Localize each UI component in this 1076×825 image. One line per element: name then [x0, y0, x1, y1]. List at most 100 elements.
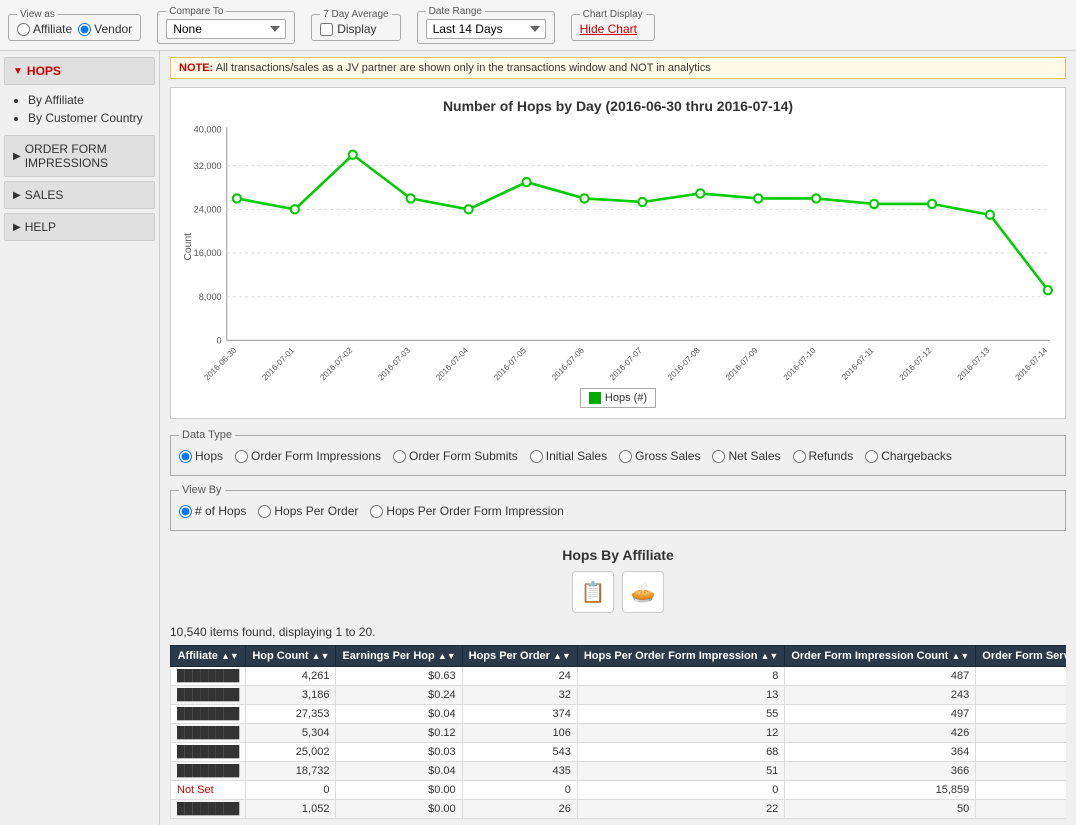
server-calls-cell: 57 — [976, 724, 1066, 743]
hops-per-order-cell: 0 — [462, 781, 577, 800]
data-type-gross-sales-radio[interactable] — [619, 450, 632, 463]
server-calls-cell: 91 — [976, 686, 1066, 705]
th-server-calls[interactable]: Order Form Server Calls ▲▼ — [976, 646, 1066, 667]
help-section: ▶ HELP — [0, 213, 159, 241]
svg-text:2016-07-05: 2016-07-05 — [492, 345, 528, 382]
hops-per-form-cell: 0 — [577, 781, 784, 800]
date-range-select[interactable]: Last 14 Days — [426, 19, 546, 39]
view-by-per-form-label[interactable]: Hops Per Order Form Impression — [370, 504, 563, 518]
hops-label: HOPS — [27, 64, 61, 78]
data-type-form-submits-radio[interactable] — [393, 450, 406, 463]
data-type-net-sales-radio[interactable] — [712, 450, 725, 463]
data-type-initial-sales-radio[interactable] — [530, 450, 543, 463]
data-type-initial-sales-label[interactable]: Initial Sales — [530, 449, 607, 463]
earn-per-hop-cell: $0.04 — [336, 705, 462, 724]
sort-arrows-affiliate: ▲▼ — [221, 651, 239, 661]
hops-by-affiliate: Hops By Affiliate 📋 🥧 — [170, 539, 1066, 625]
data-type-refunds-radio[interactable] — [793, 450, 806, 463]
affiliate-radio-label[interactable]: Affiliate — [17, 22, 72, 36]
chart-area: 0 8,000 16,000 24,000 32,000 40,000 — [181, 122, 1055, 382]
svg-text:2016-07-10: 2016-07-10 — [782, 345, 818, 382]
server-calls-cell: 76 — [976, 705, 1066, 724]
content-area: NOTE: All transactions/sales as a JV par… — [160, 51, 1076, 825]
view-by-per-order-label[interactable]: Hops Per Order — [258, 504, 358, 518]
data-type-legend: Data Type — [179, 429, 235, 441]
th-earn-per-hop[interactable]: Earnings Per Hop ▲▼ — [336, 646, 462, 667]
data-type-hops-label[interactable]: Hops — [179, 449, 223, 463]
affiliate-cell: ████████ — [171, 705, 246, 724]
note-prefix: NOTE: — [179, 62, 213, 74]
form-impressions-cell: 487 — [785, 667, 976, 686]
hops-per-order-cell: 374 — [462, 705, 577, 724]
svg-text:2016-07-04: 2016-07-04 — [434, 345, 470, 382]
view-by-legend: View By — [179, 484, 225, 496]
data-type-refunds-label[interactable]: Refunds — [793, 449, 854, 463]
icon-group: 📋 🥧 — [170, 571, 1066, 613]
vendor-radio[interactable] — [78, 23, 91, 36]
hop-count-cell: 25,002 — [246, 743, 336, 762]
hops-header[interactable]: ▼ HOPS — [4, 57, 155, 85]
earn-per-hop-cell: $0.04 — [336, 762, 462, 781]
date-range-group: Date Range Last 14 Days — [417, 6, 555, 44]
data-type-chargebacks-radio[interactable] — [865, 450, 878, 463]
view-by-hops-radio[interactable] — [179, 505, 192, 518]
earn-per-hop-cell: $0.63 — [336, 667, 462, 686]
data-type-net-sales-label[interactable]: Net Sales — [712, 449, 780, 463]
sidebar-item-by-customer-country[interactable]: By Customer Country — [28, 109, 147, 127]
hide-chart-button[interactable]: Hide Chart — [580, 22, 637, 36]
data-type-hops-radio[interactable] — [179, 450, 192, 463]
svg-text:2016-07-01: 2016-07-01 — [261, 345, 297, 382]
help-header[interactable]: ▶ HELP — [4, 213, 155, 241]
data-type-form-impressions-radio[interactable] — [235, 450, 248, 463]
hops-per-order-cell: 24 — [462, 667, 577, 686]
display-checkbox-label[interactable]: Display — [320, 22, 391, 36]
view-by-hops-label[interactable]: # of Hops — [179, 504, 246, 518]
vendor-radio-label[interactable]: Vendor — [78, 22, 132, 36]
earn-per-hop-cell: $0.03 — [336, 743, 462, 762]
order-form-label: ORDER FORM IMPRESSIONS — [25, 142, 146, 170]
table-view-icon[interactable]: 📋 — [572, 571, 614, 613]
th-form-impressions[interactable]: Order Form Impression Count ▲▼ — [785, 646, 976, 667]
order-form-header[interactable]: ▶ ORDER FORM IMPRESSIONS — [4, 135, 155, 177]
th-affiliate[interactable]: Affiliate ▲▼ — [171, 646, 246, 667]
view-by-row: # of Hops Hops Per Order Hops Per Order … — [179, 500, 1057, 522]
th-hops-per-form[interactable]: Hops Per Order Form Impression ▲▼ — [577, 646, 784, 667]
affiliate-cell: ████████ — [171, 686, 246, 705]
data-type-form-impressions-label[interactable]: Order Form Impressions — [235, 449, 381, 463]
svg-text:0: 0 — [217, 335, 222, 345]
view-by-section: View By # of Hops Hops Per Order Hops Pe… — [170, 484, 1066, 531]
chart-legend: Hops (#) — [181, 388, 1055, 408]
svg-text:2016-07-03: 2016-07-03 — [376, 345, 412, 382]
data-type-section: Data Type Hops Order Form Impressions Or… — [170, 429, 1066, 476]
form-impressions-cell: 366 — [785, 762, 976, 781]
affiliate-radio[interactable] — [17, 23, 30, 36]
earn-per-hop-cell: $0.12 — [336, 724, 462, 743]
server-calls-cell: 45 — [976, 800, 1066, 819]
th-hop-count[interactable]: Hop Count ▲▼ — [246, 646, 336, 667]
sort-arrows-hops-per-order: ▲▼ — [553, 651, 571, 661]
th-hops-per-order[interactable]: Hops Per Order ▲▼ — [462, 646, 577, 667]
svg-text:2016-07-09: 2016-07-09 — [724, 345, 760, 382]
compare-to-group: Compare To None — [157, 6, 295, 44]
display-checkbox[interactable] — [320, 23, 333, 36]
svg-text:2016-07-06: 2016-07-06 — [550, 345, 586, 382]
data-type-gross-sales-label[interactable]: Gross Sales — [619, 449, 700, 463]
view-by-per-form-radio[interactable] — [370, 505, 383, 518]
sales-header[interactable]: ▶ SALES — [4, 181, 155, 209]
svg-text:2016-07-11: 2016-07-11 — [840, 345, 876, 381]
legend-color-hops — [589, 392, 601, 404]
sidebar-item-by-affiliate[interactable]: By Affiliate — [28, 91, 147, 109]
pie-chart-icon[interactable]: 🥧 — [622, 571, 664, 613]
svg-text:2016-07-08: 2016-07-08 — [666, 345, 702, 382]
svg-text:2016-07-12: 2016-07-12 — [898, 345, 934, 382]
hops-submenu: By Affiliate By Customer Country — [0, 87, 159, 131]
compare-to-select[interactable]: None — [166, 19, 286, 39]
results-info: 10,540 items found, displaying 1 to 20. — [170, 625, 1066, 639]
hop-count-cell: 5,304 — [246, 724, 336, 743]
data-type-chargebacks-label[interactable]: Chargebacks — [865, 449, 952, 463]
sort-arrows-hop-count: ▲▼ — [312, 651, 330, 661]
view-by-per-order-radio[interactable] — [258, 505, 271, 518]
sales-arrow-icon: ▶ — [13, 190, 21, 201]
hops-per-form-cell: 13 — [577, 686, 784, 705]
data-type-form-submits-label[interactable]: Order Form Submits — [393, 449, 518, 463]
